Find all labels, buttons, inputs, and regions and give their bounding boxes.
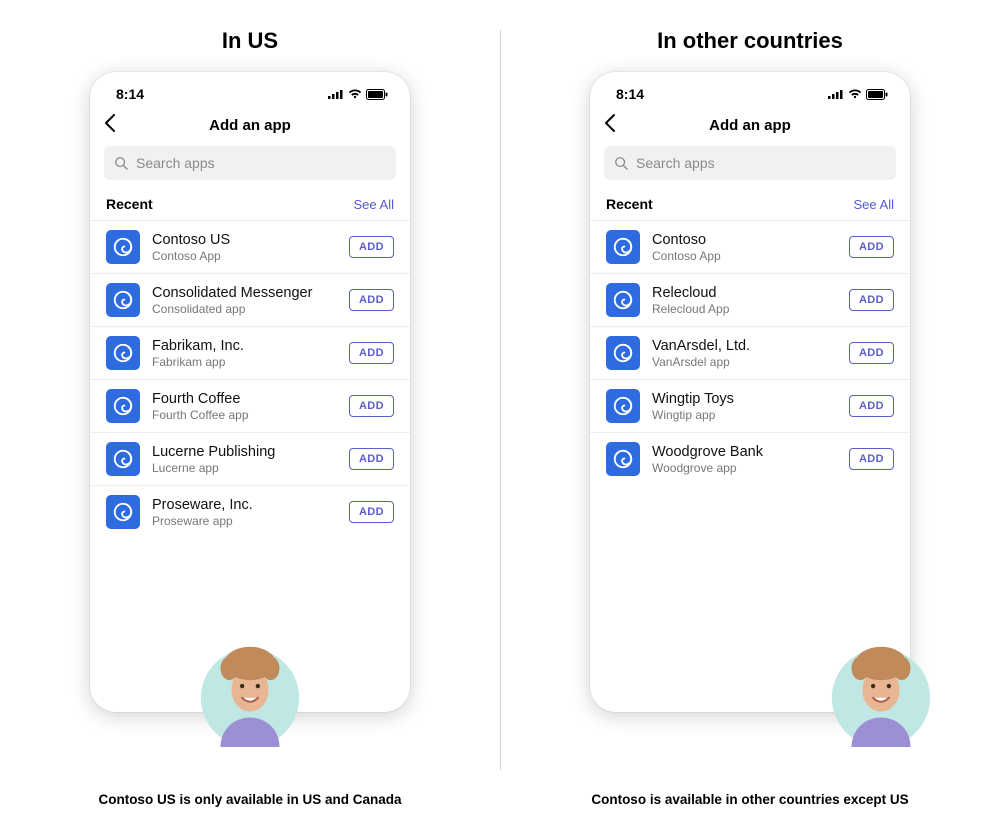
signal-icon [828,89,844,99]
search-input[interactable]: Search apps [104,146,396,180]
list-item[interactable]: Consolidated MessengerConsolidated app AD… [90,273,410,326]
status-icons [828,89,888,100]
phone-mockup-left: 8:14 Add an app Search apps Recent [90,72,410,712]
add-button[interactable]: ADD [849,342,894,364]
app-publisher: Proseware app [152,514,337,528]
back-button[interactable] [104,114,116,136]
app-name: Woodgrove Bank [652,444,837,460]
app-name: Consolidated Messenger [152,285,337,301]
app-publisher: Consolidated app [152,302,337,316]
app-name: Fourth Coffee [152,391,337,407]
app-publisher: Contoso App [652,249,837,263]
status-icons [328,89,388,100]
app-list-right: ContosoContoso AppADDRelecloudRelecloud … [590,220,910,485]
app-icon [606,230,640,264]
heading-right: In other countries [657,28,843,54]
list-item[interactable]: Fourth CoffeeFourth Coffee app ADD [90,379,410,432]
app-publisher: Contoso App [152,249,337,263]
page-title: Add an app [590,117,910,134]
search-icon [614,156,628,170]
app-publisher: Relecloud App [652,302,837,316]
add-button[interactable]: ADD [849,236,894,258]
search-icon [114,156,128,170]
battery-icon [366,89,388,100]
app-name: Contoso [652,232,837,248]
see-all-link[interactable]: See All [354,197,394,212]
wifi-icon [348,89,362,99]
app-icon [106,336,140,370]
list-item[interactable]: Fabrikam, Inc.Fabrikam app ADD [90,326,410,379]
add-button[interactable]: ADD [349,236,394,258]
app-publisher: VanArsdel app [652,355,837,369]
list-item[interactable]: Woodgrove BankWoodgrove app ADD [590,432,910,485]
app-icon [606,336,640,370]
app-name: Fabrikam, Inc. [152,338,337,354]
app-icon [606,283,640,317]
add-button[interactable]: ADD [349,395,394,417]
left-column: In US 8:14 Add an app Search apps [0,0,500,837]
section-label: Recent [606,196,653,212]
caption-left: Contoso US is only available in US and C… [0,792,500,807]
back-button[interactable] [604,114,616,136]
app-icon [106,230,140,264]
add-button[interactable]: ADD [849,448,894,470]
app-name: Lucerne Publishing [152,444,337,460]
add-button[interactable]: ADD [349,501,394,523]
see-all-link[interactable]: See All [854,197,894,212]
nav-row: Add an app [590,112,910,146]
add-button[interactable]: ADD [849,395,894,417]
list-item[interactable]: Proseware, Inc.Proseware app ADD [90,485,410,538]
battery-icon [866,89,888,100]
app-publisher: Woodgrove app [652,461,837,475]
list-item[interactable]: ContosoContoso App ADD [590,220,910,273]
app-name: Contoso US [152,232,337,248]
chevron-left-icon [604,114,616,132]
wifi-icon [848,89,862,99]
app-icon [106,389,140,423]
app-name: Wingtip Toys [652,391,837,407]
app-icon [106,442,140,476]
list-item[interactable]: RelecloudRelecloud App ADD [590,273,910,326]
avatar-left [191,629,309,747]
section-label: Recent [106,196,153,212]
list-item[interactable]: Contoso USContoso App ADD [90,220,410,273]
nav-row: Add an app [90,112,410,146]
heading-left: In US [222,28,278,54]
phone-mockup-right: 8:14 Add an app Search apps Recent [590,72,910,712]
search-placeholder: Search apps [136,155,215,171]
list-item[interactable]: Wingtip ToysWingtip app ADD [590,379,910,432]
app-publisher: Fabrikam app [152,355,337,369]
page-title: Add an app [90,117,410,134]
chevron-left-icon [104,114,116,132]
right-column: In other countries 8:14 Add an app Searc… [500,0,1000,837]
add-button[interactable]: ADD [349,289,394,311]
caption-right: Contoso is available in other countries … [500,792,1000,807]
status-bar: 8:14 [590,82,910,112]
app-publisher: Wingtip app [652,408,837,422]
list-item[interactable]: Lucerne PublishingLucerne app ADD [90,432,410,485]
avatar-right [822,629,940,747]
app-publisher: Lucerne app [152,461,337,475]
app-icon [606,442,640,476]
add-button[interactable]: ADD [849,289,894,311]
status-time: 8:14 [116,86,144,102]
app-publisher: Fourth Coffee app [152,408,337,422]
add-button[interactable]: ADD [349,342,394,364]
app-name: Proseware, Inc. [152,497,337,513]
app-icon [606,389,640,423]
add-button[interactable]: ADD [349,448,394,470]
status-time: 8:14 [616,86,644,102]
app-icon [106,495,140,529]
status-bar: 8:14 [90,82,410,112]
app-list-left: Contoso USContoso AppADDConsolidated Mes… [90,220,410,538]
app-icon [106,283,140,317]
search-placeholder: Search apps [636,155,715,171]
app-name: VanArsdel, Ltd. [652,338,837,354]
search-input[interactable]: Search apps [604,146,896,180]
list-item[interactable]: VanArsdel, Ltd.VanArsdel app ADD [590,326,910,379]
app-name: Relecloud [652,285,837,301]
signal-icon [328,89,344,99]
